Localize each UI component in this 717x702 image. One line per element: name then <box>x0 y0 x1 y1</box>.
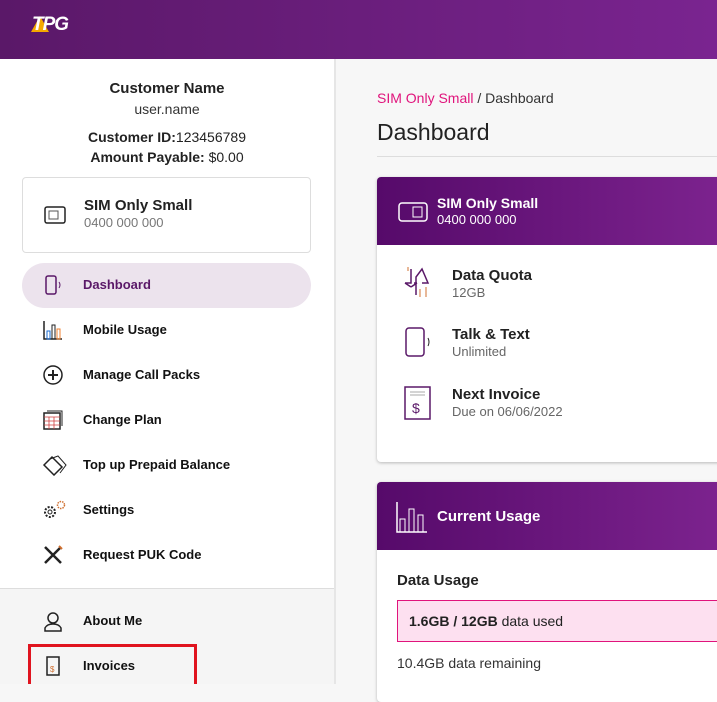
next-invoice-row: $ Next Invoice Due on 06/06/2022 <box>377 386 717 436</box>
data-transfer-icon <box>404 267 430 297</box>
data-quota-row: Data Quota 12GB <box>377 267 717 317</box>
sim-icon <box>44 206 66 224</box>
nav-dashboard[interactable]: Dashboard <box>22 263 311 308</box>
usage-card-header: Current Usage <box>377 482 717 550</box>
data-remaining: 10.4GB data remaining <box>397 655 541 671</box>
invoices-highlight <box>28 644 197 684</box>
bar-chart-icon <box>43 321 62 340</box>
sim-number: 0400 000 000 <box>84 215 164 230</box>
sim-icon <box>398 202 428 222</box>
nav-about-me[interactable]: About Me <box>22 599 311 644</box>
usage-card: Current Usage Data Usage 1.6GB / 12GB da… <box>377 482 717 702</box>
usage-title: Current Usage <box>437 508 541 525</box>
breadcrumb-link[interactable]: SIM Only Small <box>377 90 473 106</box>
data-usage-heading: Data Usage <box>397 572 479 589</box>
nav-change-plan[interactable]: Change Plan <box>22 398 311 443</box>
nav-mobile-usage[interactable]: Mobile Usage <box>22 308 311 353</box>
plan-card: SIM Only Small 0400 000 000 Data Quota 1… <box>377 177 717 462</box>
page-title: Dashboard <box>377 119 490 145</box>
customer-username: user.name <box>134 101 200 117</box>
bar-chart-icon <box>396 502 427 533</box>
tools-icon <box>44 545 63 564</box>
nav-top-up[interactable]: Top up Prepaid Balance <box>22 443 311 488</box>
gears-icon <box>44 500 66 518</box>
phone-icon <box>405 327 430 357</box>
talk-text-row: Talk & Text Unlimited <box>377 326 717 376</box>
phone-icon <box>45 275 61 295</box>
plus-circle-icon <box>43 365 63 385</box>
user-icon <box>44 612 62 632</box>
sim-selector[interactable]: SIM Only Small 0400 000 000 <box>22 177 311 253</box>
calendar-icon <box>43 410 63 430</box>
customer-name: Customer Name <box>109 80 225 97</box>
plan-number: 0400 000 000 <box>437 212 517 227</box>
data-used-box: 1.6GB / 12GB data used <box>397 600 717 642</box>
breadcrumb: SIM Only Small / Dashboard <box>377 90 554 106</box>
breadcrumb-current: Dashboard <box>485 90 554 106</box>
nav-request-puk[interactable]: Request PUK Code <box>22 533 311 578</box>
sim-plan: SIM Only Small <box>84 197 193 214</box>
plan-title: SIM Only Small <box>437 195 539 211</box>
tpg-logo[interactable]: TPG <box>31 14 69 36</box>
amount-payable: Amount Payable: $0.00 <box>90 149 244 165</box>
plan-card-header: SIM Only Small 0400 000 000 <box>377 177 717 245</box>
divider <box>377 156 717 157</box>
cards-icon <box>42 455 67 476</box>
invoice-icon: $ <box>404 386 431 420</box>
sidebar: Customer Name user.name Customer ID:1234… <box>0 59 336 684</box>
top-bar: TPG <box>0 0 717 59</box>
nav-settings[interactable]: Settings <box>22 488 311 533</box>
svg-text:$: $ <box>412 400 420 416</box>
nav-manage-call-packs[interactable]: Manage Call Packs <box>22 353 311 398</box>
customer-id: Customer ID:123456789 <box>88 129 246 145</box>
